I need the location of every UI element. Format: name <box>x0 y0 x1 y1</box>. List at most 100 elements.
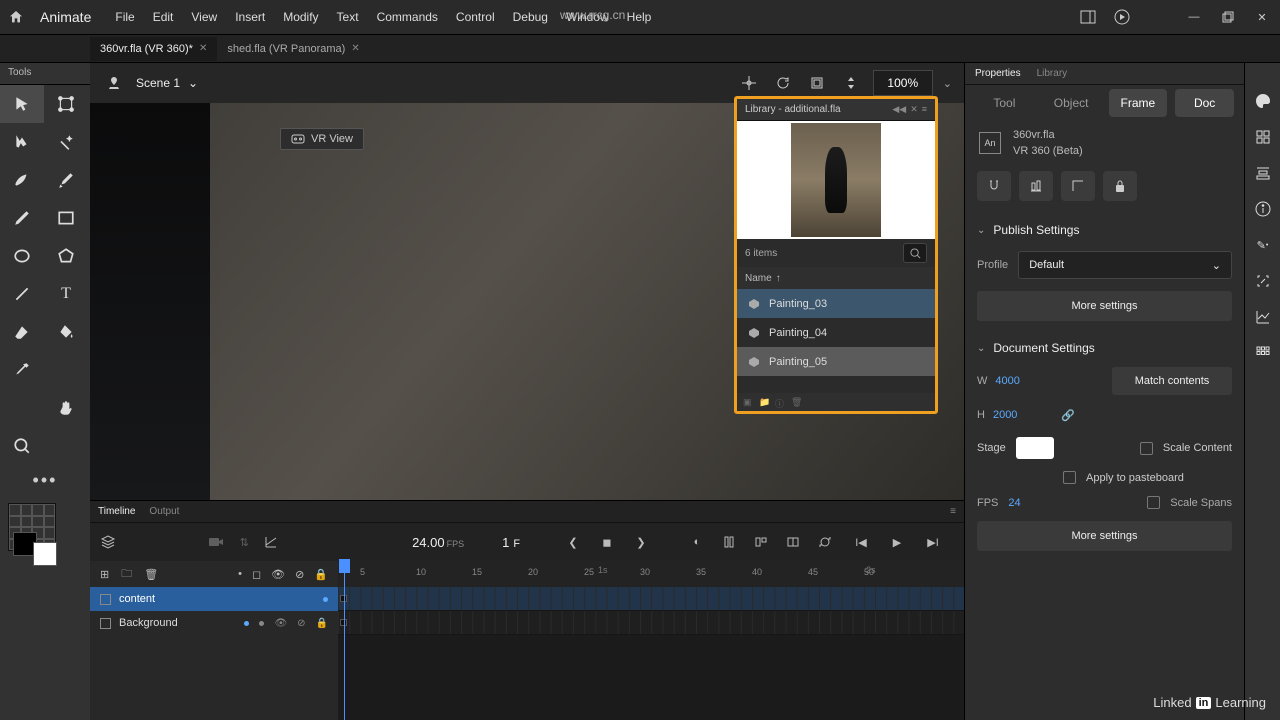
workspace-icon[interactable] <box>1078 7 1098 27</box>
layer-dot-icon[interactable] <box>259 621 264 626</box>
brush-tool-icon[interactable] <box>44 161 88 199</box>
menu-view[interactable]: View <box>191 10 217 24</box>
rotate-stage-icon[interactable] <box>771 71 795 95</box>
track-row-content[interactable] <box>338 587 964 611</box>
subtab-object[interactable]: Object <box>1042 89 1101 117</box>
color-palette-icon[interactable] <box>1253 91 1273 111</box>
library-column-header[interactable]: Name ↑ <box>737 267 935 289</box>
menu-debug[interactable]: Debug <box>513 10 548 24</box>
library-search-icon[interactable] <box>903 243 927 263</box>
chevron-down-icon[interactable]: ⌄ <box>943 77 952 90</box>
output-tab[interactable]: Output <box>149 506 179 517</box>
delete-layer-icon[interactable]: 🗑 <box>144 568 158 581</box>
doc-tab-360vr[interactable]: 360vr.fla (VR 360)* ✕ <box>90 37 217 61</box>
stop-icon[interactable]: ◼ <box>598 533 616 551</box>
fps-input[interactable]: 24 <box>1008 497 1020 509</box>
timeline-frame[interactable]: 1 F <box>502 535 520 550</box>
paint-bucket-tool-icon[interactable] <box>44 313 88 351</box>
grid-panel-icon[interactable] <box>1253 343 1273 363</box>
remove-frame-icon[interactable] <box>752 533 770 551</box>
layer-row-content[interactable]: content <box>90 587 338 611</box>
step-forward-icon[interactable]: ▶I <box>924 533 942 551</box>
eraser-tool-icon[interactable] <box>0 313 44 351</box>
library-item[interactable]: Painting_03 <box>737 289 935 318</box>
panel-menu-icon[interactable]: ≡ <box>922 104 927 115</box>
zoom-tool-icon[interactable] <box>0 427 44 465</box>
fill-color[interactable] <box>33 542 57 566</box>
menu-commands[interactable]: Commands <box>377 10 438 24</box>
swatches-icon[interactable] <box>1253 127 1273 147</box>
panel-collapse-icon[interactable]: ◀◀ <box>892 104 906 115</box>
ruler-icon[interactable] <box>1061 171 1095 201</box>
fluid-brush-tool-icon[interactable] <box>0 161 44 199</box>
menu-file[interactable]: File <box>115 10 134 24</box>
vr-view-button[interactable]: VR View <box>280 128 364 150</box>
publish-settings-header[interactable]: ⌄ Publish Settings <box>965 215 1244 245</box>
new-folder-icon[interactable]: 📁 <box>759 397 769 407</box>
line-tool-icon[interactable] <box>0 275 44 313</box>
panel-menu-icon[interactable]: ≡ <box>950 506 956 517</box>
hand-tool-icon[interactable] <box>44 389 88 427</box>
doc-more-button[interactable]: More settings <box>977 521 1232 551</box>
home-icon[interactable] <box>8 5 32 29</box>
rectangle-tool-icon[interactable] <box>44 199 88 237</box>
layer-lock-icon[interactable]: 🔒 <box>316 618 328 629</box>
more-tools-icon[interactable]: ••• <box>0 465 90 495</box>
color-swatch[interactable] <box>8 503 56 551</box>
menu-modify[interactable]: Modify <box>283 10 318 24</box>
info-panel-icon[interactable] <box>1253 199 1273 219</box>
polygon-tool-icon[interactable] <box>44 237 88 275</box>
menu-control[interactable]: Control <box>456 10 495 24</box>
new-layer-icon[interactable]: ⊞ <box>100 568 109 581</box>
match-contents-button[interactable]: Match contents <box>1112 367 1232 395</box>
onion-skin-icon[interactable]: ◐ <box>688 533 706 551</box>
zoom-stepper-icon[interactable] <box>839 71 863 95</box>
layer-type-icon[interactable] <box>100 618 111 629</box>
transform-panel-icon[interactable] <box>1253 271 1273 291</box>
track-row-background[interactable] <box>338 611 964 635</box>
layer-row-background[interactable]: Background 👁 ⊘ 🔒 <box>90 611 338 635</box>
layer-type-icon[interactable] <box>100 594 111 605</box>
step-back-icon[interactable]: I◀ <box>852 533 870 551</box>
timeline-tab[interactable]: Timeline <box>98 506 135 517</box>
link-dims-icon[interactable]: 🔗 <box>1061 409 1075 422</box>
outline-icon[interactable]: ◻ <box>252 568 261 581</box>
new-symbol-icon[interactable]: ▣ <box>743 397 753 407</box>
align-icon[interactable] <box>1019 171 1053 201</box>
insert-keyframe-icon[interactable] <box>784 533 802 551</box>
insert-frame-icon[interactable] <box>720 533 738 551</box>
new-folder-icon[interactable]: 🗀 <box>121 565 132 584</box>
loop-icon[interactable] <box>816 533 834 551</box>
camera-icon[interactable] <box>208 533 224 551</box>
menu-help[interactable]: Help <box>627 10 652 24</box>
visibility-off-icon[interactable]: ⊘ <box>295 568 304 581</box>
edit-multiple-icon[interactable]: ✎• <box>1253 235 1273 255</box>
library-item[interactable]: Painting_05 <box>737 347 935 376</box>
eyedropper-tool-icon[interactable] <box>0 351 44 389</box>
selection-tool-icon[interactable] <box>0 85 44 123</box>
timeline-fps[interactable]: 24.00 FPS <box>412 535 464 550</box>
lasso-tool-icon[interactable] <box>0 123 44 161</box>
publish-more-button[interactable]: More settings <box>977 291 1232 321</box>
magic-wand-tool-icon[interactable] <box>44 123 88 161</box>
lock-layers-icon[interactable]: 🔒 <box>314 568 328 581</box>
width-input[interactable]: 4000 <box>995 369 1051 393</box>
properties-icon[interactable]: ⓘ <box>775 397 785 407</box>
align-panel-icon[interactable] <box>1253 163 1273 183</box>
center-stage-icon[interactable] <box>737 71 761 95</box>
document-settings-header[interactable]: ⌄ Document Settings <box>965 333 1244 363</box>
last-frame-icon[interactable]: ❯ <box>632 533 650 551</box>
first-frame-icon[interactable]: ❮ <box>564 533 582 551</box>
scene-selector[interactable]: Scene 1 ⌄ <box>136 76 198 90</box>
play-icon[interactable] <box>1112 7 1132 27</box>
scale-spans-checkbox[interactable] <box>1147 496 1160 509</box>
menu-edit[interactable]: Edit <box>153 10 174 24</box>
layer-dot-icon[interactable] <box>244 621 249 626</box>
chart-panel-icon[interactable] <box>1253 307 1273 327</box>
pencil-tool-icon[interactable] <box>0 199 44 237</box>
menu-insert[interactable]: Insert <box>235 10 265 24</box>
graph-icon[interactable] <box>264 533 278 551</box>
scale-content-checkbox[interactable] <box>1140 442 1153 455</box>
doc-tab-shed[interactable]: shed.fla (VR Panorama) ✕ <box>217 37 369 61</box>
tab-close-icon[interactable]: ✕ <box>351 43 359 54</box>
